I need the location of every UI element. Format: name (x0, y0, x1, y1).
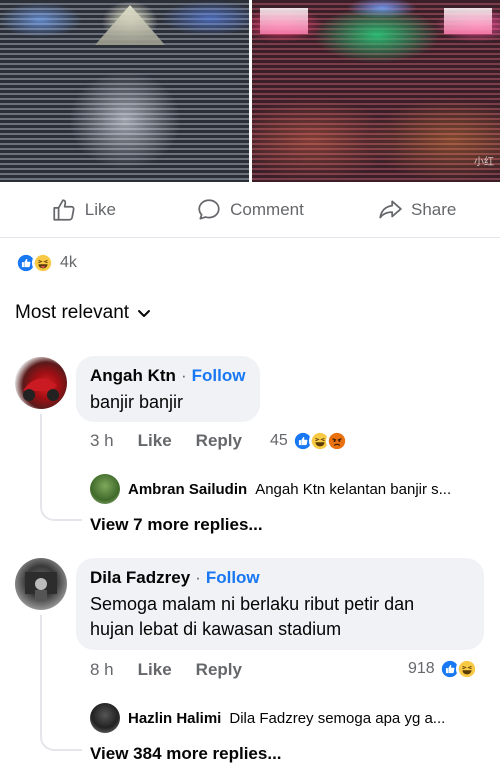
comment-meta: 3 h Like Reply (90, 431, 242, 451)
reply-author[interactable]: Hazlin Halimi (128, 710, 221, 727)
comment-bubble[interactable]: Dila Fadzrey · Follow Semoga malam ni be… (76, 558, 484, 650)
avatar[interactable] (15, 558, 67, 610)
comment-reactions[interactable]: 45 (270, 430, 348, 452)
motorbike-icon (23, 378, 59, 401)
share-button[interactable]: Share (333, 197, 500, 223)
reply-text: Angah Ktn kelantan banjir s... (255, 480, 452, 498)
reply-author[interactable]: Ambran Sailudin (128, 481, 247, 498)
comment-reply-button[interactable]: Reply (196, 660, 242, 680)
like-button-label: Like (84, 199, 116, 219)
post-photos: 小红 (0, 0, 500, 182)
sort-label: Most relevant (15, 302, 130, 323)
share-arrow-icon (379, 199, 402, 218)
thumbs-up-icon (53, 198, 75, 221)
thread-connector (40, 685, 82, 751)
comment-time: 3 h (90, 431, 114, 450)
comment-sort-dropdown[interactable]: Most relevant (15, 302, 151, 324)
concert-photo-right[interactable]: 小红 (251, 0, 500, 182)
stage-screen-left (259, 8, 308, 34)
haha-reaction-icon (32, 252, 54, 274)
comment-text: Semoga malam ni berlaku ribut petir dan … (90, 594, 415, 639)
comment-reaction-count: 45 (270, 432, 288, 449)
stage-screen-right (444, 8, 492, 34)
photo-watermark: 小红 (474, 157, 494, 168)
stage-light-shape (95, 5, 165, 45)
follow-button[interactable]: Follow (206, 568, 260, 588)
comment-reply-button[interactable]: Reply (196, 431, 242, 451)
comment-meta: 8 h Like Reply (90, 660, 242, 680)
comment-bubble-icon (198, 198, 220, 220)
comment-text: banjir banjir (90, 392, 184, 412)
comment-button[interactable]: Comment (167, 197, 334, 223)
thread-connector (40, 455, 82, 521)
comment-author[interactable]: Angah Ktn (90, 366, 176, 386)
reply-preview[interactable]: Hazlin Halimi Dila Fadzrey semoga apa yg… (90, 703, 490, 733)
haha-reaction-icon (455, 658, 478, 680)
chevron-down-icon (138, 310, 151, 317)
reply-text: Dila Fadzrey semoga apa yg a... (229, 709, 446, 727)
view-more-replies[interactable]: View 7 more replies... (90, 515, 263, 535)
concert-photo-left[interactable] (0, 0, 249, 182)
like-button[interactable]: Like (0, 197, 167, 223)
comment-like-button[interactable]: Like (138, 431, 172, 451)
comment-reaction-count: 918 (408, 660, 435, 677)
reply-preview[interactable]: Ambran Sailudin Angah Ktn kelantan banji… (90, 474, 490, 504)
separator-dot: · (180, 366, 187, 385)
avatar[interactable] (15, 357, 67, 409)
comment-time: 8 h (90, 660, 114, 679)
comment-reactions[interactable]: 918 (408, 658, 478, 680)
comment-author[interactable]: Dila Fadzrey (90, 568, 190, 588)
post-action-bar: Like Comment Share (0, 182, 500, 238)
separator-dot: · (195, 568, 201, 587)
reaction-summary[interactable]: 4k (15, 252, 77, 274)
person-photo-icon (25, 572, 57, 600)
reaction-count: 4k (60, 254, 77, 271)
reply-avatar[interactable] (90, 474, 120, 504)
comment-bubble[interactable]: Angah Ktn · Follow banjir banjir (76, 356, 260, 422)
follow-button[interactable]: Follow (192, 366, 246, 386)
comment-like-button[interactable]: Like (138, 660, 172, 680)
view-more-replies[interactable]: View 384 more replies... (90, 744, 282, 764)
comment-button-label: Comment (230, 199, 304, 219)
share-button-label: Share (410, 199, 457, 219)
reply-avatar[interactable] (90, 703, 120, 733)
angry-reaction-icon (325, 430, 348, 452)
